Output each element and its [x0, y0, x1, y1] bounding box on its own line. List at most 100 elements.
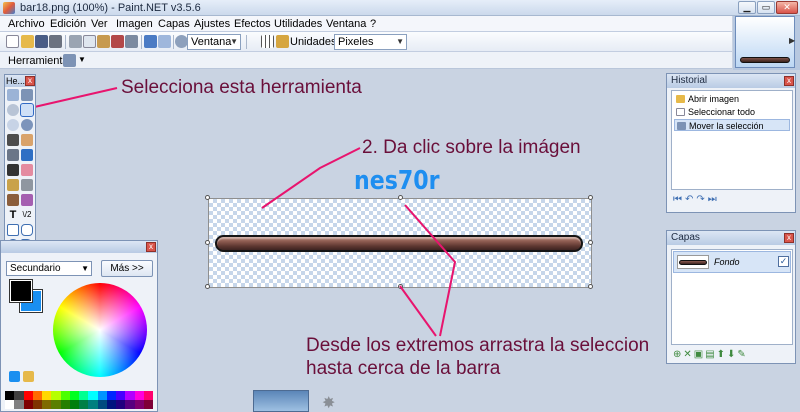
redo-icon[interactable]	[158, 35, 171, 48]
palette-swatch[interactable]	[79, 391, 89, 400]
move-pixels-icon[interactable]	[21, 89, 33, 101]
copy-icon[interactable]	[83, 35, 96, 48]
image-thumbnail[interactable]	[735, 16, 795, 68]
color-wheel[interactable]	[53, 283, 147, 377]
palette-swatch[interactable]	[116, 400, 126, 409]
pencil-icon[interactable]	[7, 179, 19, 191]
pan-hand-icon[interactable]	[21, 134, 33, 146]
rectangle-icon[interactable]	[7, 224, 19, 236]
gradient-icon[interactable]	[21, 149, 33, 161]
ruler-icon[interactable]	[276, 35, 289, 48]
paintbrush-icon[interactable]	[7, 164, 19, 176]
rect-select-icon[interactable]	[7, 89, 19, 101]
units-select[interactable]: Pixeles ▼	[334, 34, 407, 50]
undo-icon[interactable]	[144, 35, 157, 48]
grid-icon[interactable]	[261, 35, 274, 48]
palette-swatch[interactable]	[60, 400, 70, 409]
menu-utilidades[interactable]: Utilidades	[274, 17, 322, 31]
menu-ajustes[interactable]: Ajustes	[194, 17, 230, 31]
selection-handle[interactable]	[205, 195, 210, 200]
palette-swatch[interactable]	[42, 400, 52, 409]
primary-color-swatch[interactable]	[9, 279, 33, 303]
menu-ver[interactable]: Ver	[91, 17, 108, 31]
close-icon[interactable]: x	[25, 76, 35, 86]
palette-swatch[interactable]	[143, 391, 153, 400]
palette-swatch[interactable]	[79, 400, 89, 409]
palette-swatch[interactable]	[143, 400, 153, 409]
reset-colors-icon[interactable]	[9, 371, 20, 382]
layer-action-icons[interactable]: ⊕✕▣▤⬆⬇✎	[673, 349, 748, 360]
palette-swatch[interactable]	[42, 391, 52, 400]
history-nav-icons[interactable]: ⏮↶↷⏭	[673, 194, 720, 206]
palette-swatch[interactable]	[69, 400, 79, 409]
selection-handle[interactable]	[205, 284, 210, 289]
cut-icon[interactable]	[69, 35, 82, 48]
maximize-button[interactable]: ▭	[757, 1, 775, 14]
layer-visibility-checkbox[interactable]: ✓	[778, 256, 789, 267]
palette-swatch[interactable]	[106, 391, 116, 400]
ellipse-select-icon[interactable]	[7, 119, 19, 131]
selection-handle[interactable]	[588, 240, 593, 245]
swap-colors-icon[interactable]	[23, 371, 34, 382]
zoom-icon[interactable]	[21, 119, 33, 131]
menu-efectos[interactable]: Efectos	[234, 17, 271, 31]
paint-bucket-icon[interactable]	[7, 149, 19, 161]
palette-swatch[interactable]	[88, 400, 98, 409]
eraser-icon[interactable]	[21, 164, 33, 176]
zoom-select[interactable]: Ventana ▼	[187, 34, 241, 50]
palette-swatch[interactable]	[106, 400, 116, 409]
close-icon[interactable]: x	[146, 242, 156, 252]
minimize-button[interactable]: ▁	[738, 1, 756, 14]
palette-swatch[interactable]	[88, 391, 98, 400]
chevron-down-icon[interactable]: ▼	[78, 54, 86, 66]
clone-stamp-icon[interactable]	[7, 194, 19, 206]
selection-handle[interactable]	[588, 284, 593, 289]
history-item-selected[interactable]: Mover la selección	[674, 119, 790, 131]
menu-imagen[interactable]: Imagen	[116, 17, 153, 31]
palette-swatch[interactable]	[97, 400, 107, 409]
close-button[interactable]: ✕	[776, 1, 798, 14]
menu-ventana[interactable]: Ventana	[326, 17, 366, 31]
palette-swatch[interactable]	[116, 391, 126, 400]
menu-archivo[interactable]: Archivo	[8, 17, 45, 31]
palette-swatch[interactable]	[32, 391, 42, 400]
palette-swatch[interactable]	[32, 400, 42, 409]
layer-row[interactable]: Fondo ✓	[673, 251, 791, 273]
paste-icon[interactable]	[97, 35, 110, 48]
line-curve-icon[interactable]: \/2	[21, 209, 33, 221]
chevron-right-icon[interactable]: ▶	[789, 36, 795, 45]
recolor-icon[interactable]	[21, 194, 33, 206]
selection-handle[interactable]	[588, 195, 593, 200]
menu-capas[interactable]: Capas	[158, 17, 190, 31]
palette-swatch[interactable]	[97, 391, 107, 400]
color-picker-icon[interactable]	[21, 179, 33, 191]
palette-swatch[interactable]	[23, 391, 33, 400]
save-icon[interactable]	[35, 35, 48, 48]
move-selection-icon[interactable]	[63, 54, 76, 67]
menu-edicion[interactable]: Edición	[50, 17, 86, 31]
palette-swatch[interactable]	[125, 400, 135, 409]
close-icon[interactable]: x	[784, 233, 794, 243]
palette-swatch[interactable]	[69, 391, 79, 400]
palette-swatch[interactable]	[5, 391, 15, 400]
color-mode-select[interactable]: Secundario ▼	[6, 261, 92, 276]
palette-swatch[interactable]	[51, 400, 61, 409]
history-item[interactable]: Abrir imagen	[674, 93, 790, 105]
menu-help[interactable]: ?	[370, 17, 376, 31]
new-icon[interactable]	[6, 35, 19, 48]
palette-swatch[interactable]	[14, 400, 24, 409]
image-canvas[interactable]	[208, 198, 592, 288]
deselect-icon[interactable]	[125, 35, 138, 48]
close-icon[interactable]: x	[784, 76, 794, 86]
zoom-tool-icon[interactable]	[7, 104, 19, 116]
magic-wand-icon[interactable]	[7, 134, 19, 146]
move-selection-tool-icon[interactable]	[20, 103, 34, 117]
palette-swatch[interactable]	[134, 391, 144, 400]
selection-handle[interactable]	[398, 284, 403, 289]
history-item[interactable]: Seleccionar todo	[674, 106, 790, 118]
crop-icon[interactable]	[111, 35, 124, 48]
palette-swatch[interactable]	[14, 391, 24, 400]
open-icon[interactable]	[21, 35, 34, 48]
more-colors-button[interactable]: Más >>	[101, 260, 153, 277]
palette-swatch[interactable]	[51, 391, 61, 400]
